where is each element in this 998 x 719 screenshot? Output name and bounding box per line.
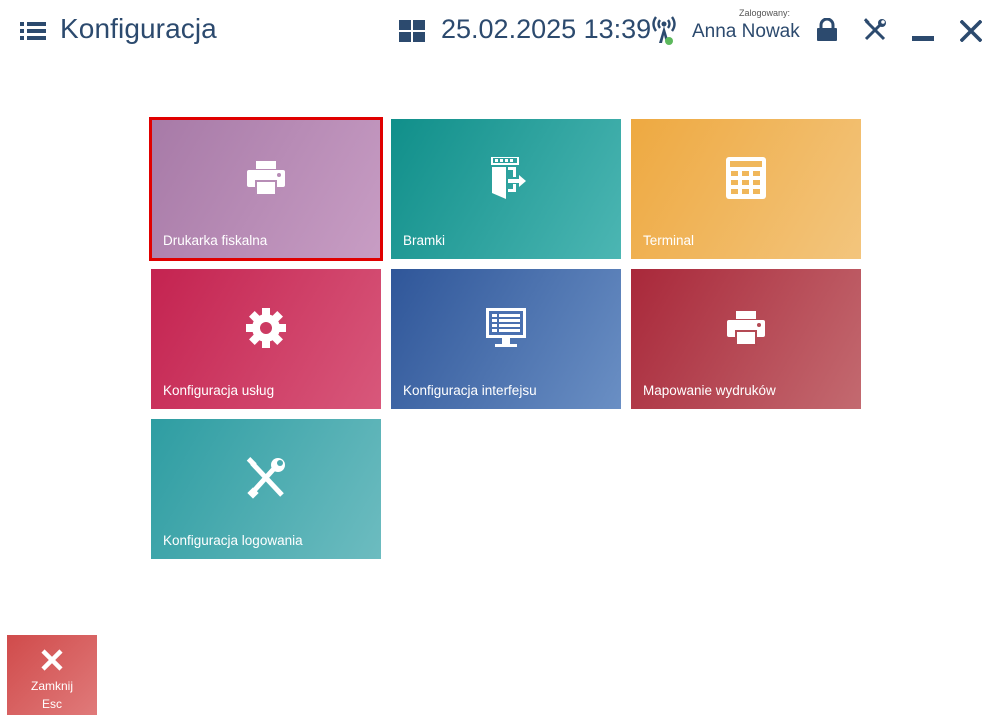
close-icon[interactable] [960, 20, 982, 42]
tools-icon[interactable] [863, 18, 887, 42]
tiles-icon[interactable] [399, 20, 425, 42]
lock-icon[interactable] [816, 18, 838, 42]
minimize-icon[interactable] [912, 36, 934, 41]
tile-label: Konfiguracja usług [163, 383, 275, 398]
printer-icon [247, 161, 285, 196]
tile-bramki[interactable]: Bramki [391, 119, 621, 259]
tile-drukarka-fiskalna[interactable]: Drukarka fiskalna [149, 117, 383, 261]
tile-konfiguracja-interfejsu[interactable]: Konfiguracja interfejsu [391, 269, 621, 409]
antenna-icon[interactable] [651, 14, 677, 46]
tile-label: Konfiguracja interfejsu [403, 383, 537, 398]
close-button-label: Zamknij [30, 679, 73, 693]
page-title: Konfiguracja [60, 13, 217, 44]
tile-konfiguracja-uslug[interactable]: Konfiguracja usług [151, 269, 381, 409]
monitor-icon [486, 308, 526, 347]
tile-label: Terminal [643, 233, 695, 248]
logged-in-label: Zalogowany: [739, 8, 791, 18]
datetime: 25.02.2025 13:39 [441, 14, 652, 44]
gate-icon [491, 157, 526, 199]
user-name[interactable]: Anna Nowak [692, 21, 800, 43]
close-icon [41, 649, 63, 671]
close-button-shortcut: Esc [41, 697, 62, 711]
printer-icon [727, 311, 765, 346]
tile-label: Konfiguracja logowania [163, 533, 303, 548]
gear-icon [246, 308, 286, 348]
list-menu-icon[interactable] [20, 21, 46, 41]
calculator-icon [726, 157, 766, 199]
tile-konfiguracja-logowania[interactable]: Konfiguracja logowania [151, 419, 381, 559]
tile-label: Drukarka fiskalna [163, 233, 268, 248]
tile-terminal[interactable]: Terminal [631, 119, 861, 259]
tile-label: Bramki [403, 233, 446, 248]
tile-mapowanie-wydrukow[interactable]: Mapowanie wydruków [631, 269, 861, 409]
tools-icon [246, 457, 285, 499]
tile-label: Mapowanie wydruków [643, 383, 776, 398]
close-button[interactable]: Zamknij Esc [7, 635, 97, 715]
